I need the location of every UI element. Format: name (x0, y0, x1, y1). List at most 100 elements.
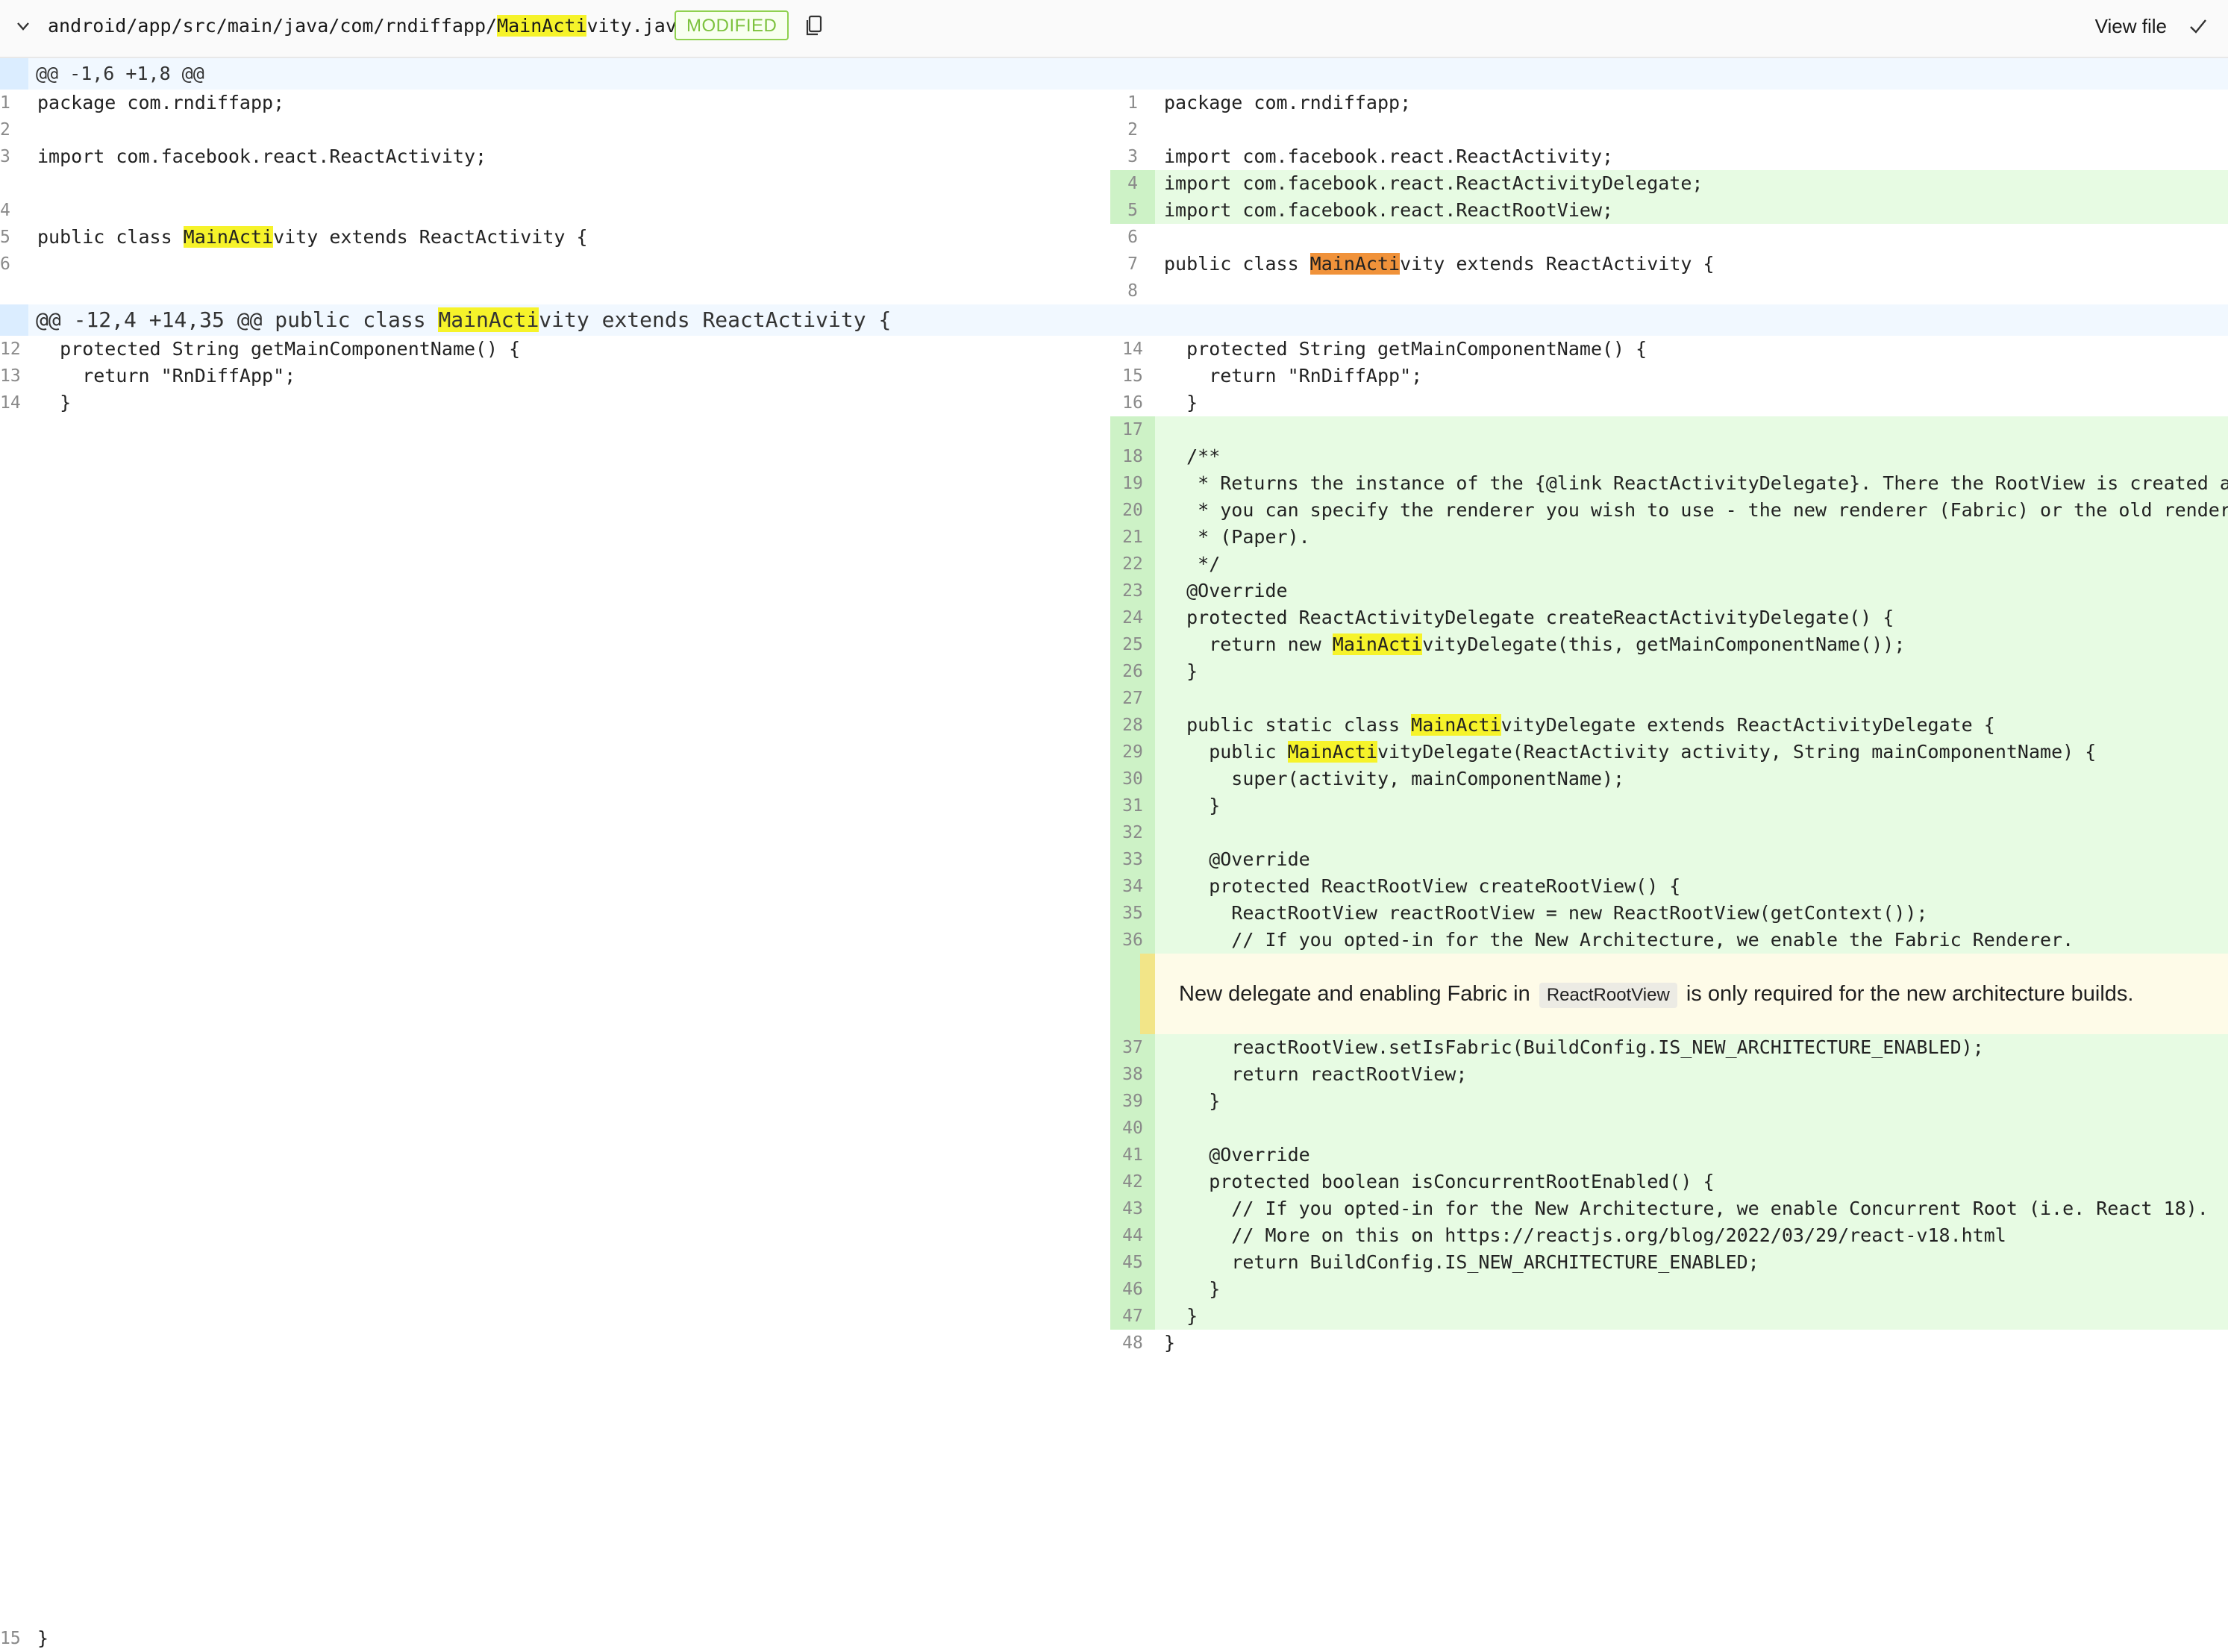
line-number[interactable]: 37 (1110, 1034, 1155, 1061)
line-number[interactable]: 47 (1110, 1303, 1155, 1330)
line-number[interactable]: 15 (0, 1625, 22, 1652)
code-text-pre: public (1164, 741, 1288, 763)
line-number[interactable]: 26 (1110, 658, 1155, 685)
right-diff-line: 2 (1110, 116, 2228, 143)
comment-gutter (1110, 954, 1140, 1034)
line-number[interactable]: 4 (1110, 170, 1155, 197)
line-number[interactable]: 18 (1110, 443, 1155, 470)
added-diff-line: 20 * you can specify the renderer you wi… (1110, 497, 2228, 524)
code-text: protected boolean isConcurrentRootEnable… (1164, 1171, 1715, 1192)
code-text: public class MainActivity extends ReactA… (37, 224, 588, 251)
line-number[interactable]: 34 (1110, 873, 1155, 900)
added-diff-line: 17 (1110, 416, 2228, 443)
line-number[interactable]: 31 (1110, 792, 1155, 819)
line-number[interactable]: 5 (1110, 197, 1155, 224)
line-number[interactable]: 1 (0, 90, 22, 116)
line-number[interactable]: 38 (1110, 1061, 1155, 1088)
status-badge: MODIFIED (675, 10, 789, 40)
file-path: android/app/src/main/java/com/rndiffapp/… (48, 0, 688, 52)
line-number[interactable]: 28 (1110, 712, 1155, 739)
line-number[interactable]: 40 (1110, 1115, 1155, 1142)
code-text: @Override (1164, 1144, 1310, 1166)
line-number[interactable]: 36 (1110, 927, 1155, 954)
line-number[interactable]: 45 (1110, 1249, 1155, 1276)
line-number[interactable]: 6 (0, 251, 22, 278)
code-text: /** (1164, 445, 1221, 467)
copy-icon[interactable] (804, 15, 824, 37)
code-text-post: vity extends ReactActivity { (1400, 253, 1715, 275)
line-number[interactable]: 25 (1110, 631, 1155, 658)
comment-inline-code: ReactRootView (1539, 983, 1677, 1008)
line-number[interactable]: 14 (0, 389, 22, 416)
line-number[interactable]: 4 (0, 197, 22, 224)
line-number[interactable]: 27 (1110, 685, 1155, 712)
line-number[interactable]: 7 (1110, 251, 1155, 278)
hunk-header-text: @@ -12,4 +14,35 @@ public class MainActi… (36, 304, 891, 336)
left-diff-line: 6 (0, 251, 1110, 278)
line-number[interactable]: 14 (1110, 336, 1155, 363)
line-number[interactable]: 3 (0, 143, 22, 170)
line-number[interactable]: 22 (1110, 551, 1155, 578)
line-number[interactable]: 29 (1110, 739, 1155, 766)
code-text: * (Paper). (1164, 526, 1310, 548)
line-number[interactable]: 30 (1110, 766, 1155, 792)
right-diff-line: 1 package com.rndiffapp; (1110, 90, 2228, 116)
code-text: import com.facebook.react.ReactActivity; (37, 146, 487, 167)
line-number[interactable]: 2 (1110, 116, 1155, 143)
line-number[interactable]: 20 (1110, 497, 1155, 524)
hunk-header: @@ -1,6 +1,8 @@ (0, 58, 2228, 90)
line-number[interactable]: 15 (1110, 363, 1155, 389)
added-diff-line: 33 @Override (1110, 846, 2228, 873)
hunk-gutter[interactable] (0, 304, 28, 336)
left-diff-line: 1 package com.rndiffapp; (0, 90, 1110, 116)
line-number[interactable]: 3 (1110, 143, 1155, 170)
line-number[interactable]: 46 (1110, 1276, 1155, 1303)
added-diff-line: 28 public static class MainActivityDeleg… (1110, 712, 2228, 739)
line-number[interactable]: 5 (0, 224, 22, 251)
line-number[interactable]: 13 (0, 363, 22, 389)
line-number[interactable]: 24 (1110, 604, 1155, 631)
line-number[interactable]: 23 (1110, 578, 1155, 604)
chevron-down-icon[interactable] (13, 16, 33, 36)
right-diff-line: 3 import com.facebook.react.ReactActivity… (1110, 143, 2228, 170)
comment-text-before: New delegate and enabling Fabric in (1179, 982, 1536, 1006)
code-text: package com.rndiffapp; (37, 92, 285, 113)
line-number[interactable]: 44 (1110, 1222, 1155, 1249)
right-diff-line: 6 (1110, 224, 2228, 251)
left-diff-line: 4 (0, 197, 1110, 224)
hunk-header-match: MainActi (438, 307, 539, 332)
left-diff-line: 12 protected String getMainComponentName… (0, 336, 1110, 363)
line-number[interactable]: 1 (1110, 90, 1155, 116)
hunk-gutter[interactable] (0, 58, 28, 90)
line-number[interactable]: 32 (1110, 819, 1155, 846)
code-text: protected ReactRootView createRootView()… (1164, 875, 1681, 897)
added-diff-line: 27 (1110, 685, 2228, 712)
line-number[interactable]: 21 (1110, 524, 1155, 551)
line-number[interactable]: 33 (1110, 846, 1155, 873)
checkmark-icon[interactable] (2188, 16, 2209, 37)
code-text: } (1164, 1332, 1176, 1354)
line-number[interactable]: 19 (1110, 470, 1155, 497)
code-text: public MainActivityDelegate(ReactActivit… (1164, 739, 2096, 766)
code-text: @Override (1164, 848, 1310, 870)
view-file-button[interactable]: View file (2095, 0, 2167, 52)
line-number[interactable]: 35 (1110, 900, 1155, 927)
line-number[interactable]: 42 (1110, 1168, 1155, 1195)
code-text: * you can specify the renderer you wish … (1164, 499, 2228, 521)
right-diff-line: 7 public class MainActivity extends React… (1110, 251, 2228, 278)
added-diff-line: 44 // More on this on https://reactjs.or… (1110, 1222, 2228, 1249)
line-number[interactable]: 12 (0, 336, 22, 363)
line-number[interactable]: 39 (1110, 1088, 1155, 1115)
added-diff-line: 34 protected ReactRootView createRootVie… (1110, 873, 2228, 900)
line-number[interactable]: 6 (1110, 224, 1155, 251)
line-number[interactable]: 16 (1110, 389, 1155, 416)
code-text: import com.facebook.react.ReactRootView; (1164, 199, 1614, 221)
line-number[interactable]: 2 (0, 116, 22, 143)
line-number[interactable]: 8 (1110, 278, 1155, 304)
line-number[interactable]: 41 (1110, 1142, 1155, 1168)
code-text: } (1164, 660, 1198, 682)
code-text: protected ReactActivityDelegate createRe… (1164, 607, 1894, 628)
line-number[interactable]: 48 (1110, 1330, 1155, 1357)
line-number[interactable]: 43 (1110, 1195, 1155, 1222)
line-number[interactable]: 17 (1110, 416, 1155, 443)
